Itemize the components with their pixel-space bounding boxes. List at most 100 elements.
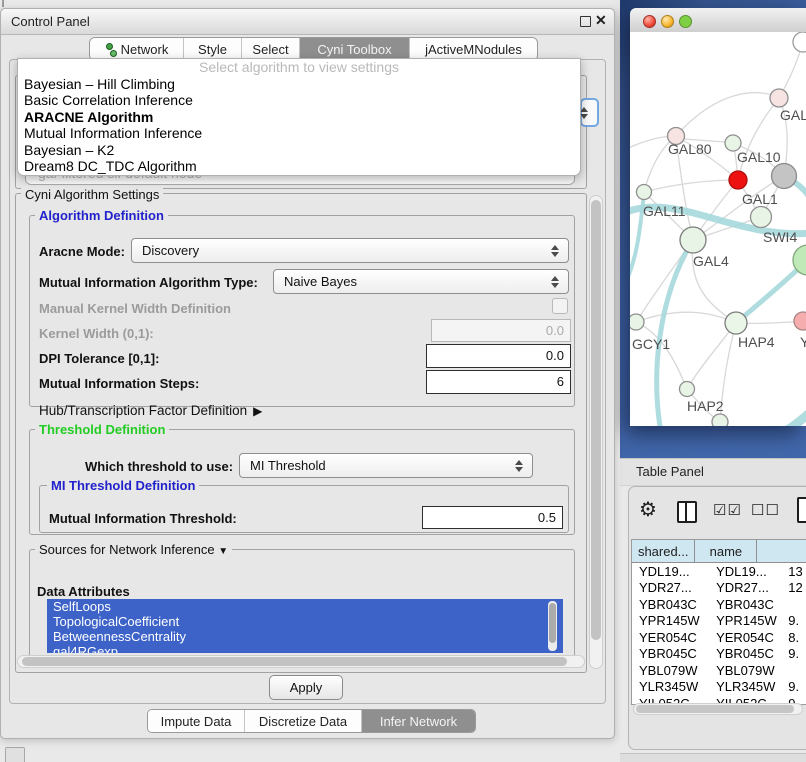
- network-node[interactable]: [794, 312, 806, 330]
- scrollbar-thumb[interactable]: [591, 200, 601, 640]
- algorithm-definition-title: Algorithm Definition: [35, 208, 168, 223]
- network-node[interactable]: [680, 382, 695, 397]
- table-row[interactable]: YBL079WYBL079W: [632, 662, 806, 679]
- network-window-titlebar[interactable]: [630, 8, 806, 33]
- network-node[interactable]: [637, 185, 652, 200]
- attribute-selfloops[interactable]: SelfLoops: [47, 599, 563, 614]
- close-icon[interactable]: ✕: [595, 12, 607, 29]
- table-cell: 12: [784, 580, 806, 595]
- table-row[interactable]: YLR345WYLR345W9.: [632, 679, 806, 696]
- mi-threshold-field[interactable]: 0.5: [422, 506, 563, 529]
- tab-discretize-data[interactable]: Discretize Data: [245, 710, 362, 732]
- scrollbar-thumb[interactable]: [549, 603, 556, 643]
- table-row[interactable]: YBR043CYBR043C: [632, 596, 806, 613]
- node-attribute-table: shared...name YDL19...YDL19...13YDR27...…: [631, 539, 806, 705]
- apply-button[interactable]: Apply: [269, 675, 343, 700]
- spinner-arrows-icon: [580, 107, 589, 119]
- table-cell: YBR045C: [632, 646, 709, 661]
- which-threshold-combo[interactable]: MI Threshold: [239, 453, 533, 478]
- manual-kernel-width-checkbox[interactable]: [552, 298, 568, 314]
- network-canvas[interactable]: GALGAL80GAL10GAL1GAL11SWI4GAL4GCY1HAP4YH…: [630, 32, 806, 426]
- hub-definition-toggle[interactable]: Hub/Transcription Factor Definition▶: [39, 403, 262, 418]
- attribute-betweennesscentrality[interactable]: BetweennessCentrality: [47, 629, 563, 644]
- algorithm-option-basic-correlation-inference[interactable]: Basic Correlation Inference: [18, 92, 580, 108]
- mi-steps-value: 6: [557, 374, 564, 389]
- network-node[interactable]: [770, 89, 788, 107]
- unchecked-boxes-icon[interactable]: ☐☐: [751, 501, 780, 519]
- spinner-arrows-icon: [515, 460, 524, 472]
- attributes-list-scrollbar[interactable]: [548, 601, 557, 651]
- table-row[interactable]: YDL19...YDL19...13: [632, 563, 806, 580]
- table-row[interactable]: YDR27...YDR27...12: [632, 580, 806, 597]
- table-row[interactable]: YBR045CYBR045C9.: [632, 646, 806, 663]
- sources-toggle[interactable]: Sources for Network Inference ▼: [35, 542, 232, 557]
- data-attributes-list[interactable]: SelfLoopsTopologicalCoefficientBetweenne…: [47, 599, 563, 653]
- scrollbar-thumb[interactable]: [22, 657, 567, 666]
- tab-network[interactable]: Network: [90, 38, 184, 60]
- network-node-label: GCY1: [632, 336, 670, 352]
- table-cell: 13: [784, 564, 806, 579]
- algorithm-option-bayesian-hill-climbing[interactable]: Bayesian – Hill Climbing: [18, 76, 580, 92]
- tab-cyni-toolbox[interactable]: Cyni Toolbox: [300, 38, 410, 60]
- mi-algorithm-type-combo[interactable]: Naive Bayes: [273, 269, 569, 294]
- column-header-name[interactable]: name: [695, 540, 757, 563]
- network-node[interactable]: [725, 312, 747, 334]
- tab-jactivemnodules[interactable]: jActiveMNodules: [410, 38, 537, 60]
- threshold-definition-title: Threshold Definition: [35, 422, 169, 437]
- gear-icon[interactable]: ⚙: [639, 497, 657, 522]
- table-cell: 9.: [784, 613, 806, 628]
- mini-corner-button[interactable]: [5, 747, 25, 762]
- float-window-icon[interactable]: [580, 16, 591, 27]
- column-header-shared[interactable]: shared...: [632, 540, 695, 563]
- close-window-icon[interactable]: [643, 15, 656, 28]
- algorithm-option-mutual-information-inference[interactable]: Mutual Information Inference: [18, 125, 580, 141]
- network-node[interactable]: [712, 414, 728, 426]
- network-edge: [644, 180, 738, 192]
- table-panel-titlebar: Table Panel: [620, 458, 806, 486]
- table-row[interactable]: YPR145WYPR145W9.: [632, 613, 806, 630]
- document-icon[interactable]: [797, 497, 806, 523]
- network-node[interactable]: [793, 32, 806, 52]
- network-node-label: HAP4: [738, 334, 775, 350]
- network-node[interactable]: [680, 227, 706, 253]
- network-node[interactable]: [751, 207, 772, 228]
- table-row[interactable]: YER054CYER054C8.: [632, 629, 806, 646]
- kernel-width-field[interactable]: 0.0: [431, 319, 571, 342]
- table-header-row: shared...name: [632, 540, 806, 563]
- scrollbar-thumb[interactable]: [636, 705, 794, 713]
- tab-impute-data[interactable]: Impute Data: [148, 710, 245, 732]
- network-icon: [105, 43, 117, 56]
- aracne-mode-combo[interactable]: Discovery: [131, 238, 569, 263]
- dpi-tolerance-field[interactable]: 0.0: [426, 344, 571, 368]
- control-panel-titlebar[interactable]: Control Panel ✕: [1, 9, 614, 35]
- network-node[interactable]: [630, 314, 644, 330]
- network-node[interactable]: [729, 171, 747, 189]
- dpi-tolerance-label: DPI Tolerance [0,1]:: [39, 351, 159, 366]
- zoom-window-icon[interactable]: [679, 15, 692, 28]
- kernel-width-label: Kernel Width (0,1):: [39, 326, 154, 341]
- table-horizontal-scrollbar[interactable]: [633, 703, 803, 715]
- algorithm-combo-arrow-button[interactable]: [580, 98, 599, 127]
- table-cell: YBL079W: [632, 663, 709, 678]
- tab-label: Infer Network: [380, 714, 457, 729]
- checked-boxes-icon[interactable]: ☑☑: [713, 501, 742, 519]
- tab-select[interactable]: Select: [242, 38, 300, 60]
- column-header-hidden[interactable]: [757, 540, 806, 563]
- settings-horizontal-scrollbar[interactable]: [17, 655, 585, 668]
- columns-icon[interactable]: [677, 501, 697, 523]
- algorithm-option-aracne-algorithm[interactable]: ARACNE Algorithm: [18, 109, 580, 125]
- mi-algorithm-type-value: Naive Bayes: [284, 274, 357, 289]
- tab-infer-network[interactable]: Infer Network: [362, 710, 475, 732]
- algorithm-option-dream8-dc-tdc-algorithm[interactable]: Dream8 DC_TDC Algorithm: [18, 158, 580, 174]
- mi-steps-field[interactable]: 6: [426, 370, 571, 394]
- minimize-window-icon[interactable]: [661, 15, 674, 28]
- attribute-topologicalcoefficient[interactable]: TopologicalCoefficient: [47, 614, 563, 629]
- settings-vertical-scrollbar[interactable]: [589, 195, 603, 669]
- attribute-gal4rgexp[interactable]: gal4RGexp: [47, 644, 563, 653]
- control-panel-window: Control Panel ✕ NetworkStyleSelectCyni T…: [0, 8, 615, 739]
- algorithm-option-bayesian-k2[interactable]: Bayesian – K2: [18, 142, 580, 158]
- tab-style[interactable]: Style: [184, 38, 242, 60]
- network-node[interactable]: [772, 164, 797, 189]
- table-cell: YBR043C: [632, 597, 709, 612]
- aracne-mode-value: Discovery: [142, 243, 199, 258]
